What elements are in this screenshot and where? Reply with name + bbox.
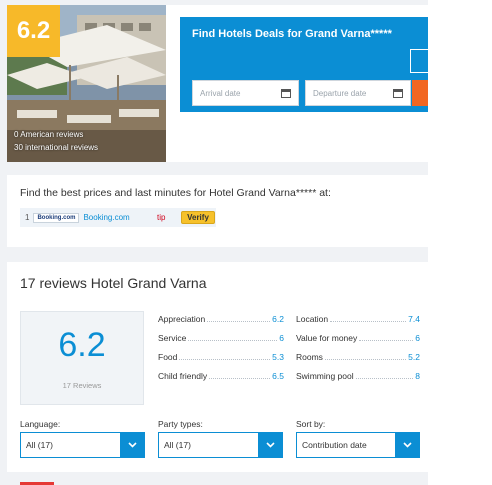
rating-label: Location <box>296 314 331 324</box>
rating-value: 7.4 <box>406 314 420 324</box>
rating-value: 8 <box>413 371 420 381</box>
tip-label: tip <box>157 213 166 222</box>
rating-value: 6 <box>413 333 420 343</box>
language-label: Language: <box>20 419 61 429</box>
rating-value: 6.2 <box>270 314 284 324</box>
review-count: 17 Reviews <box>62 381 102 390</box>
hotel-photo[interactable]: 6.2 0 American reviews 30 international … <box>7 5 166 162</box>
deals-panel: Find Hotels Deals for Grand Varna***** A… <box>180 17 428 112</box>
sort-by-label: Sort by: <box>296 419 326 429</box>
provider-rank: 1 <box>25 213 30 222</box>
deals-title: Find Hotels Deals for Grand Varna***** <box>192 28 392 40</box>
arrival-date-placeholder: Arrival date <box>200 88 241 98</box>
rating-appreciation: Appreciation 6.2 <box>158 312 284 324</box>
rating-value: 6.5 <box>270 371 284 381</box>
reviews-title: 17 reviews Hotel Grand Varna <box>20 275 207 291</box>
chevron-down-icon[interactable] <box>258 433 282 457</box>
rating-label: Swimming pool <box>296 371 356 381</box>
rating-food: Food 5.3 <box>158 350 284 362</box>
international-reviews: 30 international reviews <box>14 143 99 152</box>
arrival-date-input[interactable]: Arrival date <box>192 80 299 106</box>
overall-score: 6.2 <box>58 326 106 364</box>
rating-swimming-pool: Swimming pool 8 <box>296 369 420 381</box>
rating-label: Value for money <box>296 333 360 343</box>
rating-label: Service <box>158 333 189 343</box>
language-value: All (17) <box>26 440 53 450</box>
reviews-section: 17 reviews Hotel Grand Varna 6.2 17 Revi… <box>7 262 428 472</box>
prices-section: Find the best prices and last minutes fo… <box>7 175 428 247</box>
rating-value: 6 <box>277 333 284 343</box>
hotel-hero: 6.2 0 American reviews 30 international … <box>7 5 428 162</box>
party-types-label: Party types: <box>158 419 203 429</box>
calendar-icon <box>393 89 403 98</box>
sort-by-select[interactable]: Contribution date <box>296 432 420 458</box>
search-deals-button[interactable] <box>412 80 428 106</box>
american-reviews: 0 American reviews <box>14 130 84 139</box>
rating-label: Child friendly <box>158 371 210 381</box>
party-types-select[interactable]: All (17) <box>158 432 283 458</box>
verify-button[interactable]: Verify <box>181 211 215 224</box>
photo-review-counts: 0 American reviews 30 international revi… <box>14 128 98 154</box>
provider-row[interactable]: 1 Booking.com Booking.com tip Verify <box>20 208 216 227</box>
rating-child-friendly: Child friendly 6.5 <box>158 369 284 381</box>
chevron-down-icon[interactable] <box>395 433 419 457</box>
chevron-down-icon[interactable] <box>120 433 144 457</box>
rooms-selector[interactable] <box>410 49 428 73</box>
party-types-value: All (17) <box>164 440 191 450</box>
rating-label: Rooms <box>296 352 325 362</box>
booking-link[interactable]: Booking.com <box>83 213 129 222</box>
overall-score-box: 6.2 17 Reviews <box>20 311 144 405</box>
calendar-icon <box>281 89 291 98</box>
departure-date-placeholder: Departure date <box>313 88 367 98</box>
rating-value: 5.3 <box>270 352 284 362</box>
language-select[interactable]: All (17) <box>20 432 145 458</box>
score-badge: 6.2 <box>7 5 60 57</box>
rating-location: Location 7.4 <box>296 312 420 324</box>
rating-label: Food <box>158 352 180 362</box>
booking-logo: Booking.com <box>33 212 80 223</box>
rating-label: Appreciation <box>158 314 208 324</box>
departure-date-input[interactable]: Departure date <box>305 80 411 106</box>
rating-service: Service 6 <box>158 331 284 343</box>
prices-title: Find the best prices and last minutes fo… <box>20 187 331 199</box>
sort-by-value: Contribution date <box>302 440 367 450</box>
rating-rooms: Rooms 5.2 <box>296 350 420 362</box>
rating-value: 5.2 <box>406 352 420 362</box>
rating-value-for-money: Value for money 6 <box>296 331 420 343</box>
